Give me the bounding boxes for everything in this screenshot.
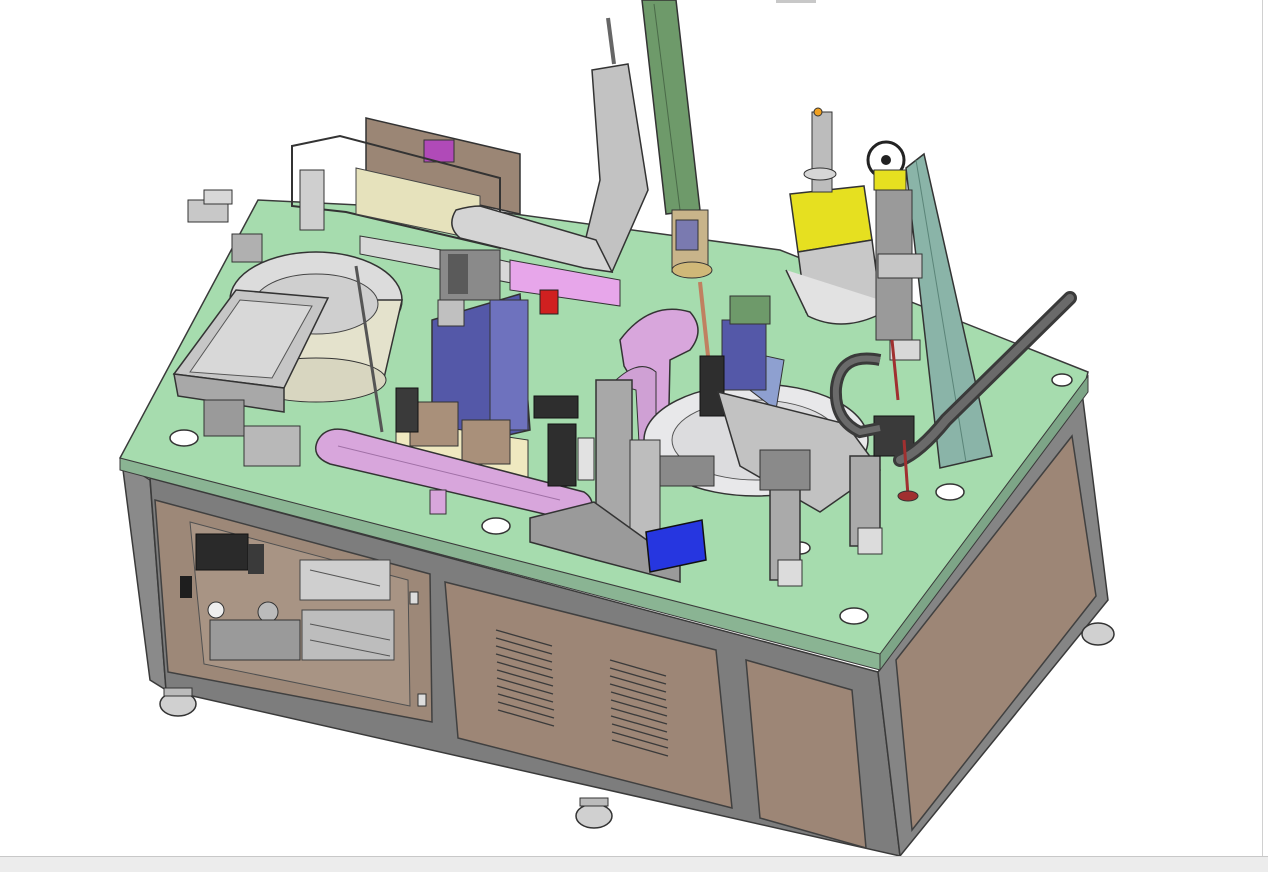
caster-wheel-left: [159, 687, 197, 717]
toolbar-tab-edge[interactable]: [776, 0, 816, 3]
handwheel[interactable]: [866, 140, 907, 191]
machine-model-render[interactable]: [0, 0, 1268, 856]
status-bar: [0, 856, 1268, 872]
door-hinge: [409, 591, 419, 605]
cad-3d-viewport[interactable]: [0, 0, 1268, 856]
door-hinge: [417, 693, 427, 707]
caster-wheel-right: [1081, 622, 1115, 646]
cabinet-door-right[interactable]: [745, 658, 867, 850]
yellow-laser-module[interactable]: [785, 107, 881, 325]
caster-wheel-front: [575, 797, 613, 829]
viewport-border: [1262, 0, 1263, 856]
